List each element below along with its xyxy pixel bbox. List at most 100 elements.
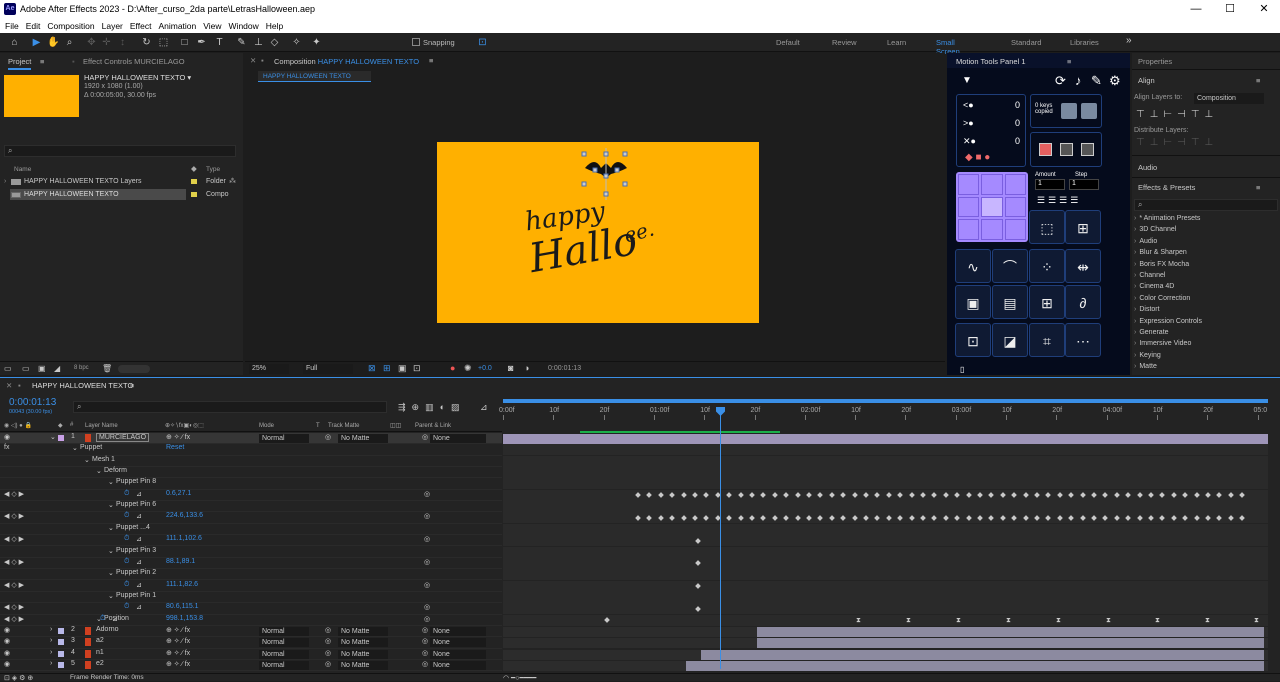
layer-name[interactable]: e2: [96, 660, 104, 667]
keyframe-nav-icons[interactable]: ◀ ◇ ▶: [4, 512, 24, 520]
effect-category[interactable]: › Expression Controls: [1134, 318, 1202, 325]
anchor-cell[interactable]: [981, 219, 1003, 240]
effect-category[interactable]: › Cinema 4D: [1134, 283, 1174, 290]
list-item[interactable]: HAPPY HALLOWEEN TEXTO Compo: [0, 189, 243, 200]
pickwhip-icon[interactable]: ◎: [422, 626, 428, 634]
zoom-select[interactable]: 25%: [249, 364, 289, 374]
sequence-icon[interactable]: ▣: [955, 285, 991, 319]
table-row[interactable]: ◉ › 2 Adorno ⊕ ✧ ∕ fx Normal ◎ No Matte ◎ None: [0, 625, 502, 638]
graph-icon[interactable]: ⊿: [136, 558, 142, 566]
track-matte-select[interactable]: No Matte: [338, 626, 388, 636]
current-time[interactable]: 0:00:01:13: [9, 397, 56, 408]
trash-icon[interactable]: 🗑: [102, 364, 112, 373]
mode-select[interactable]: Normal: [259, 649, 309, 659]
keyframe-icons[interactable]: ◆ ■ ●: [965, 152, 990, 163]
type-tool-icon[interactable]: T: [213, 36, 226, 49]
timeline-search-input[interactable]: ⌕: [73, 401, 387, 413]
stopwatch-icon[interactable]: ⏱: [124, 512, 129, 520]
list-item[interactable]: › HAPPY HALLOWEEN TEXTO Layers Folder ⁂: [0, 176, 243, 187]
layer-name-header[interactable]: Layer Name: [85, 423, 118, 429]
audio-header[interactable]: Audio: [1138, 163, 1157, 172]
hold-keyframe[interactable]: ⧗: [1006, 617, 1011, 625]
matte-icon[interactable]: ◎: [325, 637, 331, 645]
pickwhip-icon[interactable]: ◎: [422, 637, 428, 645]
effect-controls-tab[interactable]: Effect Controls MURCIELAGO: [83, 57, 185, 66]
composition-tab[interactable]: Composition HAPPY HALLOWEEN TEXTO: [274, 57, 419, 66]
align-header[interactable]: Align: [1138, 76, 1155, 85]
layer-name[interactable]: a2: [96, 637, 104, 644]
effects-search-input[interactable]: ⌕: [1134, 199, 1278, 211]
chevron-down-icon[interactable]: ⌄: [108, 501, 114, 509]
label-color[interactable]: [58, 639, 64, 646]
mirror-icon[interactable]: ⇹: [1065, 249, 1101, 283]
pen-icon[interactable]: ✎: [1091, 73, 1102, 89]
maximize-button[interactable]: ☐: [1220, 2, 1240, 16]
layer-name[interactable]: Adorno: [96, 626, 119, 633]
puppet-pin-icon[interactable]: ✦: [310, 36, 323, 49]
lock-icon[interactable]: ▪: [261, 56, 264, 65]
close-button[interactable]: ✕: [1254, 2, 1274, 16]
lock-icon[interactable]: ▪: [18, 381, 21, 390]
stopwatch-icon[interactable]: ⏱: [124, 535, 129, 543]
gear-icon[interactable]: ⚙: [1109, 73, 1121, 89]
stopwatch-icon[interactable]: ⏱: [124, 581, 129, 589]
parent-select[interactable]: None: [430, 661, 486, 670]
distribute-icons[interactable]: ☰☰☰☰: [1037, 195, 1081, 206]
dolly-icon[interactable]: ↕: [116, 36, 129, 49]
menu-help[interactable]: Help: [266, 21, 283, 31]
workspace-review[interactable]: Review: [832, 38, 857, 47]
property-row[interactable]: ◀ ◇ ▶ ⏱ ⊿ ◎ 111.1,102.6: [0, 535, 502, 547]
expression-icon[interactable]: ◎: [424, 512, 430, 520]
chevron-down-icon[interactable]: ⌄: [72, 444, 78, 452]
effect-category[interactable]: › 3D Channel: [1134, 226, 1176, 233]
crop-icon[interactable]: ⌗: [1029, 323, 1065, 357]
timeline-tab[interactable]: HAPPY HALLOWEEN TEXTO: [32, 381, 133, 390]
hold-keyframe[interactable]: ⧗: [1155, 617, 1160, 625]
property-value[interactable]: 0.6,27.1: [166, 490, 191, 497]
pickwhip-icon[interactable]: ◎: [422, 649, 428, 657]
expression-icon[interactable]: ◎: [424, 558, 430, 566]
minimize-button[interactable]: —: [1186, 2, 1206, 16]
selection-tool-icon[interactable]: ▶: [30, 36, 43, 49]
layer-bar[interactable]: [686, 661, 1264, 671]
graph-icon[interactable]: ⊿: [136, 535, 142, 543]
copy-icon[interactable]: [1061, 103, 1077, 119]
layer-bar[interactable]: [757, 626, 1264, 637]
thumbnail-slider[interactable]: [118, 365, 150, 373]
effect-category[interactable]: › Matte: [1134, 363, 1157, 370]
property-row[interactable]: ⌄ Puppet Reset: [0, 444, 502, 456]
graph-icon[interactable]: ⊿: [136, 512, 142, 520]
track-matte-select[interactable]: No Matte: [338, 434, 388, 443]
transparency-grid-icon[interactable]: ⊞: [383, 363, 391, 374]
anchor-cell[interactable]: [958, 174, 980, 195]
panel-menu-icon[interactable]: ≡: [1067, 57, 1071, 66]
snapping-checkbox[interactable]: [412, 38, 420, 46]
paste-icon[interactable]: [1081, 103, 1097, 119]
arrange-icon[interactable]: ▤: [992, 285, 1028, 319]
expression-icon[interactable]: ◎: [424, 581, 430, 589]
graph-icon[interactable]: ⊿: [136, 603, 142, 611]
graph-icon[interactable]: ⊿: [136, 490, 142, 498]
eye-icon[interactable]: ◉: [4, 637, 10, 645]
property-row[interactable]: ◀ ◇ ▶ ⏱ ⊿ ◎ 224.6,133.6: [0, 512, 502, 524]
hold-keyframe[interactable]: ⧗: [1254, 617, 1259, 625]
hold-keyframe[interactable]: ⧗: [856, 617, 861, 625]
mode-select[interactable]: Normal: [259, 626, 309, 636]
anchor-cell[interactable]: [981, 174, 1003, 195]
chevron-down-icon[interactable]: ⌄: [108, 569, 114, 577]
track-matte-select[interactable]: No Matte: [338, 649, 388, 659]
property-row[interactable]: ◀ ◇ ▶ ⏱ ⊿ ◎ 0.6,27.1: [0, 490, 502, 502]
property-value[interactable]: 88.1,89.1: [166, 558, 195, 565]
chevron-down-icon[interactable]: ⌄: [108, 478, 114, 486]
matte-icon[interactable]: ◎: [325, 649, 331, 657]
property-row[interactable]: ⌄ Mesh 1: [0, 456, 502, 467]
effect-category[interactable]: › Audio: [1134, 238, 1157, 245]
refresh-icon[interactable]: ⟳: [1055, 73, 1066, 89]
chevron-down-icon[interactable]: ›: [50, 660, 52, 667]
exposure-icon[interactable]: ✺: [464, 363, 472, 374]
table-row[interactable]: ◉ ⌄ 1 MURCIELAGO ⊕ ✧ ∕ fx Normal ◎ No Matte ◎ Non…: [0, 433, 502, 445]
project-search-input[interactable]: ⌕: [4, 145, 236, 157]
align-to-select[interactable]: Composition: [1194, 93, 1264, 104]
matte-icon[interactable]: ◎: [325, 660, 331, 668]
pan-icon[interactable]: ✛: [100, 36, 113, 49]
